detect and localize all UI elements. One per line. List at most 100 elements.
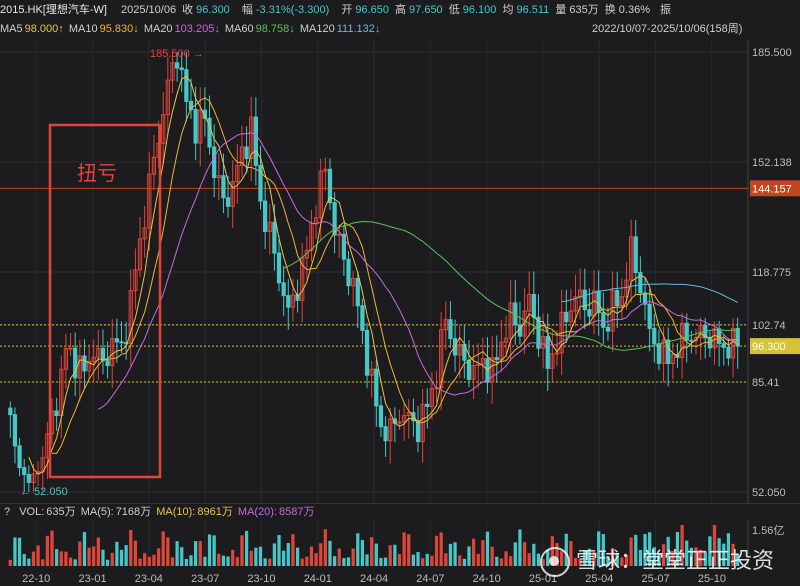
volume-bar <box>476 553 480 566</box>
volume-bar <box>425 553 429 566</box>
volume-bar <box>439 532 443 566</box>
volume-bar <box>499 558 504 566</box>
candle-body <box>605 326 611 332</box>
max-price-label: 185.500 → <box>150 48 204 60</box>
candle-body <box>689 339 694 342</box>
volume-bar <box>41 559 45 566</box>
volume-bar <box>277 535 281 566</box>
volume-help-icon[interactable]: ? <box>4 506 10 518</box>
volume-bar <box>305 556 309 566</box>
y-tick-label: 118.775 <box>752 267 791 279</box>
volume-bar <box>17 537 22 566</box>
candle-body <box>286 295 291 308</box>
volume-bar <box>231 549 235 566</box>
volume-bar <box>258 546 263 566</box>
volume-bar <box>402 532 406 566</box>
candle-body <box>119 341 124 344</box>
candle-body <box>374 368 379 407</box>
volume-bar <box>421 558 425 566</box>
volume-bar <box>184 559 188 566</box>
candle-body <box>466 359 472 380</box>
volume-bar <box>282 550 286 566</box>
volume-bar <box>430 555 434 566</box>
volume-bar <box>351 548 355 566</box>
vol-ma5-label: MA(5): <box>80 506 114 518</box>
volume-bar <box>36 545 40 566</box>
volume-bar <box>55 549 59 566</box>
volume-bar <box>444 553 448 566</box>
volume-bar <box>166 537 170 566</box>
candle-body <box>8 407 13 416</box>
candle-body <box>582 289 587 311</box>
volume-bar <box>110 552 114 566</box>
volume-bar <box>286 543 290 566</box>
volume-bar <box>59 551 63 566</box>
vol-ma20-label: MA(20): <box>237 506 278 518</box>
volume-bar <box>170 557 175 566</box>
volume-bar <box>22 554 26 566</box>
candle-body <box>684 322 689 341</box>
snowball-logo-icon <box>540 547 570 577</box>
candlestick-chart[interactable]: 144.157 96.300 185.500 152.138 118.775 102.7… <box>0 0 800 586</box>
candle-body <box>564 311 569 323</box>
volume-bar <box>13 537 17 566</box>
volume-bar <box>527 553 531 566</box>
candle-body <box>244 146 249 159</box>
volume-bar <box>152 554 156 566</box>
candle-body <box>360 305 365 331</box>
volume-bar <box>513 542 517 566</box>
volume-bar <box>360 539 365 566</box>
volume-bar <box>64 551 68 566</box>
volume-bar <box>115 541 119 566</box>
volume-bar <box>203 556 207 566</box>
volume-bar <box>268 558 272 566</box>
candle-body <box>726 346 731 359</box>
candle-body <box>179 67 184 71</box>
volume-bar <box>532 543 536 566</box>
volume-bar <box>119 549 124 566</box>
volume-bar <box>147 556 151 566</box>
volume-bar <box>453 542 457 566</box>
price-tag-label: 96.300 <box>752 341 786 353</box>
x-tick-label: 23-10 <box>247 573 275 585</box>
candle-body <box>193 109 198 144</box>
volume-bar <box>295 547 300 566</box>
volume-bar <box>221 555 226 566</box>
candle-body <box>378 405 384 428</box>
vol-legend-label: VOL: <box>19 506 45 518</box>
volume-bar <box>356 533 360 566</box>
volume-bar <box>370 537 374 566</box>
volume-tick-label: 1.56亿 <box>752 524 784 537</box>
volume-bar <box>319 543 323 566</box>
volume-bar <box>314 553 318 566</box>
ma20-line <box>98 132 738 410</box>
volume-bar <box>365 554 369 566</box>
volume-bar <box>374 543 378 566</box>
candle-body <box>184 69 189 102</box>
ma10-line <box>51 97 738 454</box>
volume-bar <box>411 554 416 566</box>
volume-bar <box>87 547 91 566</box>
volume-bar <box>462 558 466 566</box>
volume-bar <box>96 537 100 566</box>
y-tick-label: 185.500 <box>752 47 792 59</box>
volume-bar <box>309 546 314 566</box>
volume-bar <box>495 556 499 566</box>
volume-bar <box>323 529 327 566</box>
x-tick-label: 24-07 <box>416 573 444 585</box>
candle-body <box>105 360 110 367</box>
volume-bar <box>291 534 295 566</box>
x-tick-label: 23-01 <box>78 573 106 585</box>
volume-bar <box>471 538 476 566</box>
candle-body <box>82 355 87 372</box>
candle-body <box>425 403 430 407</box>
candle-body <box>54 410 59 417</box>
volume-bar <box>342 558 346 566</box>
volume-bar <box>467 546 471 566</box>
price-tag-label: 144.157 <box>752 183 792 195</box>
volume-bar <box>337 548 341 566</box>
annotation-text: 扭亏 <box>77 161 117 185</box>
volume-bar <box>212 535 216 566</box>
volume-bar <box>388 545 392 566</box>
volume-bar <box>175 541 179 566</box>
